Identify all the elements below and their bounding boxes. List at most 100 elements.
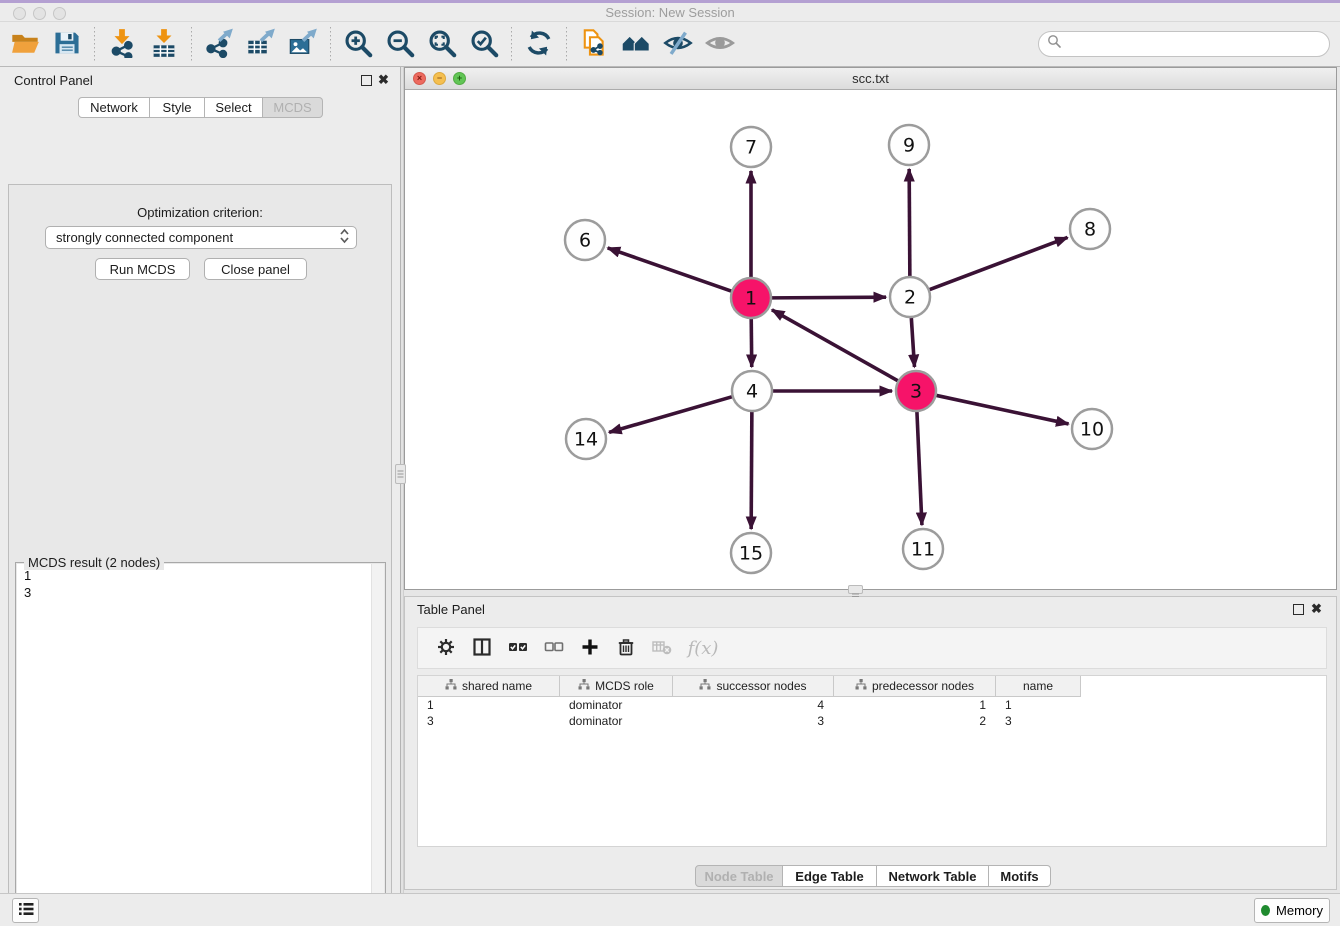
tab-mcds[interactable]: MCDS	[263, 97, 323, 118]
search-icon	[1047, 34, 1062, 54]
node-3-label: 3	[910, 381, 922, 403]
edge-1-4[interactable]	[751, 319, 752, 367]
column-header-predecessor-nodes[interactable]: predecessor nodes	[834, 676, 996, 697]
control-panel-title: Control Panel	[14, 73, 93, 88]
edge-2-3[interactable]	[911, 318, 914, 367]
show-details-button[interactable]	[699, 25, 741, 63]
window-title: Session: New Session	[0, 5, 1340, 20]
status-bar: Memory	[0, 893, 1340, 926]
mcds-result-title: MCDS result (2 nodes)	[24, 555, 164, 570]
open-file-button[interactable]	[4, 25, 46, 63]
edge-1-2[interactable]	[772, 297, 886, 298]
tab-edge-table[interactable]: Edge Table	[783, 865, 877, 887]
export-table-button[interactable]	[240, 25, 282, 63]
toolbar-separator	[330, 27, 331, 61]
mcds-result-scrollbar[interactable]	[371, 564, 384, 926]
list-icon	[18, 902, 34, 919]
refresh-button[interactable]	[518, 25, 560, 63]
tab-network-table[interactable]: Network Table	[877, 865, 989, 887]
network-window-title: scc.txt	[405, 71, 1336, 86]
column-header-successor-nodes[interactable]: successor nodes	[673, 676, 834, 697]
zoom-out-button[interactable]	[379, 25, 421, 63]
home-view-button[interactable]	[615, 25, 657, 63]
node-table: shared nameMCDS rolesuccessor nodesprede…	[417, 675, 1327, 847]
horizontal-divider-grip[interactable]	[848, 585, 863, 594]
edge-3-1[interactable]	[772, 310, 898, 381]
table-row[interactable]: 1dominator411	[418, 697, 1326, 713]
tab-network[interactable]: Network	[78, 97, 150, 118]
close-panel-button[interactable]: Close panel	[204, 258, 307, 280]
node-table-body: 1dominator4113dominator323	[418, 697, 1326, 729]
dropdown-stepper-icon	[339, 228, 350, 247]
refresh-icon	[524, 28, 554, 61]
zoom-fit-button[interactable]	[421, 25, 463, 63]
select-all-button[interactable]	[500, 631, 536, 665]
network-canvas[interactable]: 1234678910111415	[405, 90, 1336, 589]
edge-2-8[interactable]	[930, 237, 1068, 289]
add-column-icon	[580, 637, 600, 660]
table-panel-close-icon[interactable]: ✖	[1311, 603, 1322, 614]
tab-select[interactable]: Select	[205, 97, 263, 118]
table-cell: 4	[673, 697, 834, 713]
table-panel-float-icon[interactable]	[1293, 604, 1304, 615]
edge-1-6[interactable]	[608, 248, 732, 291]
zoom-in-button[interactable]	[337, 25, 379, 63]
export-network-button[interactable]	[198, 25, 240, 63]
edge-4-15[interactable]	[751, 412, 752, 529]
function-builder-button[interactable]: f(x)	[680, 631, 726, 665]
delete-table-button[interactable]	[644, 631, 680, 665]
show-columns-button[interactable]	[464, 631, 500, 665]
table-row[interactable]: 3dominator323	[418, 713, 1326, 729]
edge-4-14[interactable]	[609, 397, 732, 433]
node-table-header: shared nameMCDS rolesuccessor nodesprede…	[418, 676, 1326, 697]
open-file-icon	[10, 28, 40, 61]
search-input[interactable]	[1062, 34, 1329, 54]
node-6-label: 6	[579, 230, 591, 252]
hierarchy-icon	[578, 679, 590, 693]
export-image-button[interactable]	[282, 25, 324, 63]
hierarchy-icon	[445, 679, 457, 693]
column-header-name[interactable]: name	[996, 676, 1081, 697]
import-table-button[interactable]	[143, 25, 185, 63]
clone-network-button[interactable]	[573, 25, 615, 63]
network-graph[interactable]: 1234678910111415	[405, 90, 1336, 589]
node-4-label: 4	[746, 381, 758, 403]
zoom-selected-icon	[469, 28, 499, 61]
edge-3-11[interactable]	[917, 412, 922, 525]
deselect-all-button[interactable]	[536, 631, 572, 665]
app-titlebar: Session: New Session	[0, 3, 1340, 22]
task-history-button[interactable]	[12, 898, 39, 923]
table-cell: dominator	[560, 697, 673, 713]
column-header-MCDS-role[interactable]: MCDS role	[560, 676, 673, 697]
optimization-criterion-select[interactable]: strongly connected component	[45, 226, 357, 249]
node-2-label: 2	[904, 287, 916, 309]
zoom-in-icon	[343, 28, 373, 61]
search-box[interactable]	[1038, 31, 1330, 57]
vertical-divider-grip[interactable]	[395, 464, 406, 484]
mcds-panel: Optimization criterion: strongly connect…	[8, 184, 392, 926]
edge-2-9[interactable]	[909, 169, 910, 276]
control-panel-close-icon[interactable]: ✖	[378, 74, 389, 85]
control-panel: Control Panel ✖ Network Style Select MCD…	[0, 67, 400, 893]
tab-style[interactable]: Style	[150, 97, 205, 118]
run-mcds-button[interactable]: Run MCDS	[95, 258, 190, 280]
column-header-shared-name[interactable]: shared name	[418, 676, 560, 697]
delete-column-button[interactable]	[608, 631, 644, 665]
table-mode-gear-button[interactable]	[428, 631, 464, 665]
tab-motifs[interactable]: Motifs	[989, 865, 1051, 887]
table-cell: 1	[996, 697, 1081, 713]
node-15-label: 15	[739, 543, 763, 565]
mcds-result-area[interactable]: 1 3	[17, 564, 384, 926]
memory-button-label: Memory	[1276, 903, 1323, 918]
zoom-selected-button[interactable]	[463, 25, 505, 63]
edge-3-10[interactable]	[937, 395, 1069, 424]
control-panel-float-icon[interactable]	[361, 75, 372, 86]
network-view-window: × − + scc.txt 1234678910111415	[404, 67, 1337, 590]
save-session-button[interactable]	[46, 25, 88, 63]
hide-details-button[interactable]	[657, 25, 699, 63]
add-column-button[interactable]	[572, 631, 608, 665]
home-view-icon	[621, 28, 651, 61]
import-network-button[interactable]	[101, 25, 143, 63]
memory-button[interactable]: Memory	[1254, 898, 1330, 923]
tab-node-table[interactable]: Node Table	[695, 865, 783, 887]
